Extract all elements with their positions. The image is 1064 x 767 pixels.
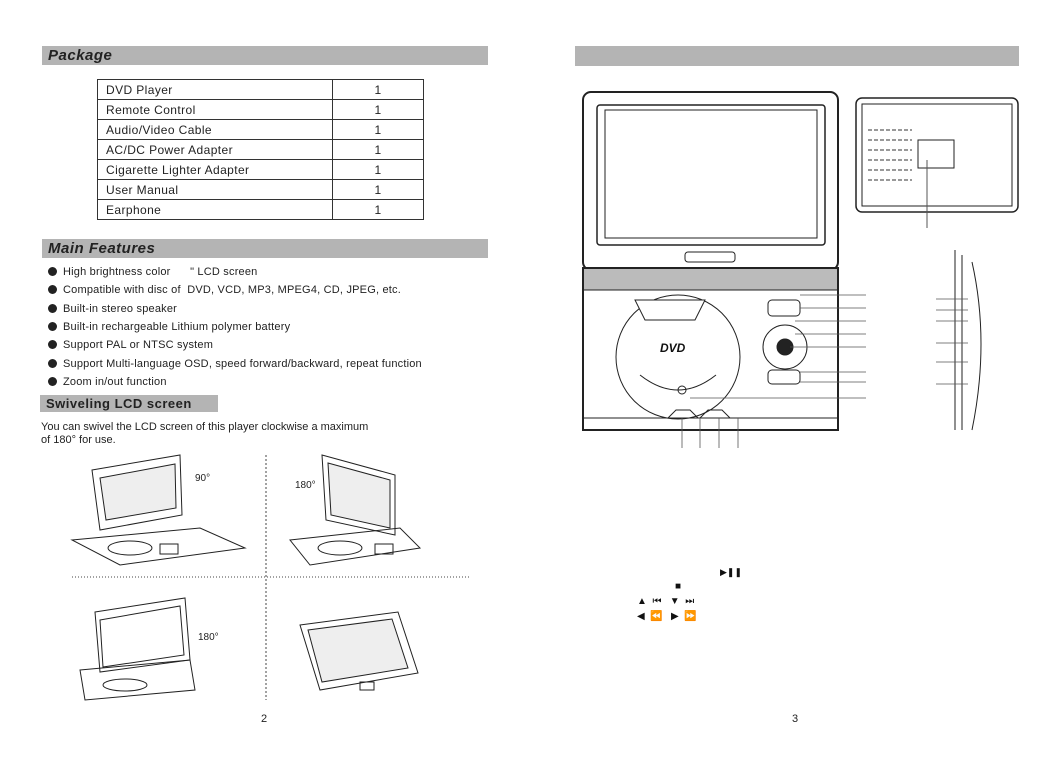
nav-left-rew-right-ff-icons: ◀ ⏪ ▶ ⏩ (637, 611, 697, 622)
illustrations: 90° 180° 180° DVD (70, 91, 1019, 701)
nav-up-prev-down-next-icons: ▲ ⏮ ▼ ⏭ (637, 596, 695, 607)
angle-label-180b: 180° (198, 632, 219, 643)
swivel-illustration-tablet (299, 611, 419, 691)
angle-label-90: 90° (195, 473, 210, 484)
right-page-header (575, 46, 1019, 66)
swivel-illustration-90 (70, 454, 247, 566)
stop-icon: ■ (675, 581, 682, 592)
dvd-logo: DVD (660, 341, 686, 355)
swivel-illustration-180 (289, 454, 422, 566)
page-number-left: 2 (261, 713, 268, 725)
angle-label-180a: 180° (295, 480, 316, 491)
play-pause-icon: ▶❚❚ (720, 567, 743, 577)
device-side-diagram (936, 250, 982, 431)
device-back-diagram (855, 97, 1019, 228)
page-number-right: 3 (792, 713, 799, 725)
manual-spread: { "left_page":{ "package":{"title":"Pack… (0, 0, 1064, 767)
device-front-diagram (582, 91, 866, 448)
swivel-illustration-folded (79, 597, 196, 701)
